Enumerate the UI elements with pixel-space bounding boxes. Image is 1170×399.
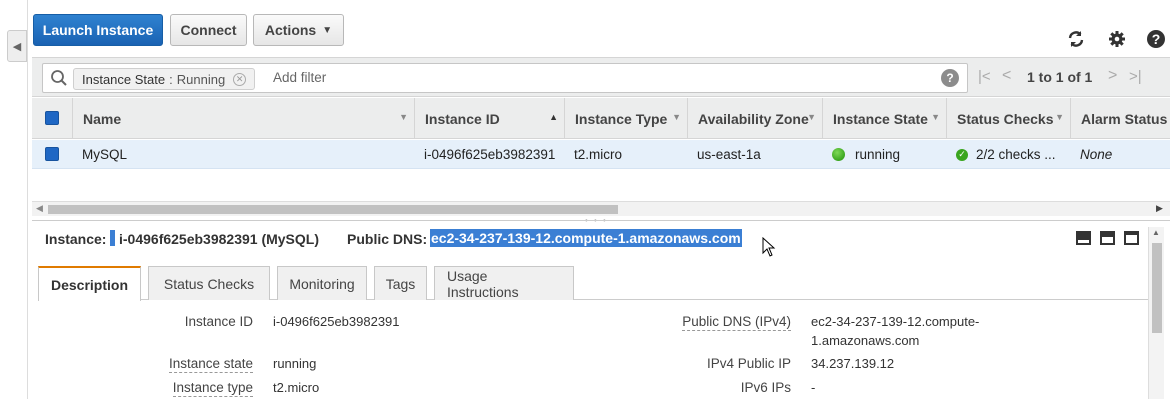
row-checkbox[interactable] [45,147,59,161]
field-label-instance-state: Instance state [168,356,253,373]
field-label-ipv6-ips: IPv6 IPs [740,380,791,395]
search-icon [50,69,68,90]
scroll-up-icon[interactable]: ▲ [1152,228,1160,237]
field-value-public-dns-line2: 1.amazonaws.com [811,333,920,348]
sort-down-icon: ▼ [1055,112,1064,122]
connect-button[interactable]: Connect [170,14,247,46]
tab-tags[interactable]: Tags [374,266,427,300]
col-header-availability-zone[interactable]: Availability Zone ▼ [687,98,822,139]
cell-instance-type: t2.micro [574,147,623,162]
layout-top-icon[interactable] [1124,231,1139,245]
field-label-public-dns: Public DNS (IPv4) [682,314,791,331]
sort-down-icon: ▼ [931,112,940,122]
prev-page-icon[interactable]: < [1002,67,1011,85]
filter-bar: Instance State : Running ✕ Add filter ? … [32,57,1170,97]
instance-label: Instance: [45,231,107,247]
field-label-instance-id: Instance ID [184,314,253,329]
grid-header: Name ▼ Instance ID ▲ Instance Type ▼ Availa… [32,98,1170,139]
select-all-checkbox[interactable] [45,111,59,125]
chevron-down-icon: ▼ [322,24,333,36]
tab-description[interactable]: Description [38,266,141,301]
filter-input-box[interactable]: Instance State : Running ✕ Add filter ? [42,63,968,93]
field-value-instance-state: running [273,356,317,371]
first-page-icon[interactable]: |< [978,68,991,85]
horizontal-scrollbar[interactable]: ◀ ▶ [32,201,1170,216]
sort-down-icon: ▼ [672,112,681,122]
chevron-left-icon: ◀ [12,40,22,53]
public-dns-label: Public DNS: [347,231,428,247]
cell-instance-state: running [822,140,946,169]
svg-text:?: ? [1152,31,1161,47]
field-label-ipv4-public-ip: IPv4 Public IP [706,356,791,371]
mouse-cursor-icon [762,236,776,260]
col-header-name[interactable]: Name ▼ [72,98,414,139]
tab-usage-instructions[interactable]: Usage Instructions [434,266,574,300]
collapse-panel-button[interactable]: ◀ [7,30,27,62]
sort-down-icon: ▼ [807,112,816,122]
field-value-ipv6-ips: - [811,380,816,395]
filter-token-sep: : [169,71,173,87]
col-header-status-checks[interactable]: Status Checks ▼ [946,98,1070,139]
tab-monitoring[interactable]: Monitoring [277,266,367,300]
left-panel-strip: ◀ [0,0,28,399]
tab-status-checks[interactable]: Status Checks [148,266,270,300]
help-icon[interactable]: ? [1145,28,1167,50]
sort-down-icon: ▼ [399,112,408,122]
actions-button[interactable]: Actions ▼ [253,14,344,46]
launch-instance-button[interactable]: Launch Instance [33,14,163,46]
filter-token-key: Instance State [82,71,166,87]
public-dns-value[interactable]: ec2-34-237-139-12.compute-1.amazonaws.co… [430,229,742,247]
instance-value: i-0496f625eb3982391 (MySQL) [119,231,319,247]
filter-help-icon[interactable]: ? [941,69,959,87]
remove-token-icon[interactable]: ✕ [233,72,247,86]
next-page-icon[interactable]: > [1108,67,1117,85]
col-header-alarm-status[interactable]: Alarm Status [1070,98,1170,139]
col-header-instance-type[interactable]: Instance Type ▼ [564,98,687,139]
field-label-instance-type: Instance type [172,380,253,397]
cell-name: MySQL [82,147,128,162]
running-status-icon [832,148,845,161]
horizontal-scroll-thumb[interactable] [48,205,618,214]
gear-icon[interactable] [1106,28,1128,50]
detail-tabs: Description Status Checks Monitoring Tag… [38,266,1150,301]
table-row[interactable]: MySQL i-0496f625eb3982391 t2.micro us-ea… [32,140,1170,169]
layout-split-icon[interactable] [1100,231,1115,245]
scroll-left-icon[interactable]: ◀ [36,203,43,214]
layout-bottom-icon[interactable] [1076,231,1091,245]
add-filter-placeholder: Add filter [273,70,327,85]
filter-token[interactable]: Instance State : Running ✕ [73,68,256,90]
cell-zone: us-east-1a [697,147,761,162]
instances-console: Launch Instance Connect Actions ▼ ? Inst… [32,0,1170,399]
vertical-scrollbar[interactable]: ▲ [1148,227,1164,399]
field-value-public-dns-line1: ec2-34-237-139-12.compute- [811,314,980,329]
field-value-ipv4-public-ip: 34.237.139.12 [811,356,895,371]
actions-label: Actions [264,22,317,38]
cell-status-checks: ✓ 2/2 checks ... [946,140,1070,169]
cell-alarm-status: None [1080,147,1113,162]
scroll-right-icon[interactable]: ▶ [1156,203,1163,214]
sort-up-icon: ▲ [549,112,558,122]
field-value-instance-type: t2.micro [273,380,320,395]
detail-header: Instance: i-0496f625eb3982391 (MySQL) Pu… [32,220,1170,257]
vertical-scroll-thumb[interactable] [1152,243,1162,333]
last-page-icon[interactable]: >| [1129,68,1142,85]
col-header-instance-id[interactable]: Instance ID ▲ [414,98,564,139]
cell-instance-id: i-0496f625eb3982391 [424,147,556,162]
col-header-instance-state[interactable]: Instance State ▼ [822,98,946,139]
check-ok-icon: ✓ [956,148,968,161]
field-value-instance-id: i-0496f625eb3982391 [273,314,400,329]
selection-caret [110,230,115,246]
filter-token-value: Running [176,71,226,87]
pagination-text: 1 to 1 of 1 [1027,69,1093,85]
refresh-icon[interactable] [1065,28,1087,50]
